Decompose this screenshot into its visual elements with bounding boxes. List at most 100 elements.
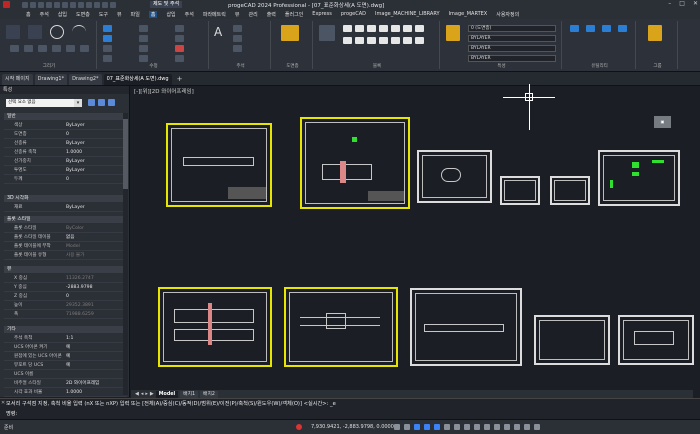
prop-value[interactable]: ByLayer xyxy=(62,121,127,129)
ribbon-tab-custom[interactable]: 사용자정의 xyxy=(496,11,519,18)
tab-active-drawing[interactable]: 07_표준화상세(A 도면).dwg xyxy=(103,74,172,85)
redo-icon[interactable] xyxy=(70,1,76,8)
ribbon-tab-home[interactable]: 홈 xyxy=(148,10,158,18)
ribbon-tab-plugins[interactable]: 플러그인 xyxy=(285,11,303,18)
isolate-icon[interactable] xyxy=(504,424,510,430)
next-layout-icon[interactable]: ▸ xyxy=(145,391,148,397)
prop-row[interactable]: 시각 효과 비율 1.0000 xyxy=(4,388,127,397)
explode-icon[interactable] xyxy=(175,55,184,62)
prop-row[interactable]: UCS 이름 xyxy=(4,370,127,379)
print-icon[interactable] xyxy=(54,1,60,8)
quickcalc-icon[interactable] xyxy=(586,25,595,32)
new-tab-icon[interactable]: + xyxy=(177,73,183,85)
prop-row[interactable]: 색상 ByLayer xyxy=(4,121,127,130)
ribbon-tab-annotate[interactable]: 주석 xyxy=(185,11,194,18)
table-icon[interactable] xyxy=(233,45,242,52)
mirror-icon[interactable] xyxy=(103,55,112,62)
stretch-icon[interactable] xyxy=(175,35,184,42)
block-tool-14-icon[interactable] xyxy=(415,37,424,44)
section-3d-visualization[interactable]: 3D 시각화 xyxy=(4,195,127,202)
prop-row[interactable]: Z 중심 0 xyxy=(4,292,127,301)
first-layout-icon[interactable]: ◀ xyxy=(135,391,139,397)
grid-icon[interactable] xyxy=(404,424,410,430)
lineweight-icon[interactable] xyxy=(454,424,460,430)
insert-block-icon[interactable] xyxy=(319,25,335,41)
block-tool-11-icon[interactable] xyxy=(379,37,388,44)
rotate-icon[interactable] xyxy=(103,35,112,42)
group-icon[interactable] xyxy=(648,25,662,41)
ribbon-tab-machine-library[interactable]: Image_MACHINE_LIBRARY xyxy=(375,11,440,17)
last-layout-icon[interactable]: ▶ xyxy=(150,391,154,397)
model-space-icon[interactable] xyxy=(464,424,470,430)
text-icon[interactable]: A xyxy=(214,25,226,43)
section-misc[interactable]: 기타 xyxy=(4,326,127,333)
prop-row[interactable]: 선종류 ByLayer xyxy=(4,139,127,148)
select-all-icon[interactable] xyxy=(618,25,627,32)
trim-icon[interactable] xyxy=(139,25,148,32)
block-tool-10-icon[interactable] xyxy=(367,37,376,44)
prop-row[interactable]: 폭 71988.6259 xyxy=(4,310,127,319)
hardware-icon[interactable] xyxy=(514,424,520,430)
menu-layer[interactable]: 도면층 xyxy=(76,11,90,18)
prop-row[interactable]: 선가중치 ByLayer xyxy=(4,157,127,166)
prop-value[interactable]: 예 xyxy=(62,361,127,369)
dimension-icon[interactable] xyxy=(233,25,242,32)
prop-row[interactable]: 뷰포트 당 UCS 예 xyxy=(4,361,127,370)
measure-icon[interactable] xyxy=(570,25,579,32)
prop-row[interactable]: 높이 29352.3891 xyxy=(4,301,127,310)
tab-start[interactable]: 시작 페이지 xyxy=(2,74,33,85)
block-tool-9-icon[interactable] xyxy=(355,37,364,44)
selection-dropdown[interactable]: 선택 요소 없음 xyxy=(6,99,82,107)
menu-annotate[interactable]: 주석 xyxy=(40,11,49,18)
customization-icon[interactable] xyxy=(534,424,540,430)
select-objects-icon[interactable] xyxy=(98,99,105,106)
prop-row[interactable]: 플롯 테이블 유형 사용 불가 xyxy=(4,251,127,260)
osnap-icon[interactable] xyxy=(434,424,440,430)
app-icon[interactable] xyxy=(3,1,10,8)
prop-value[interactable]: 1.0000 xyxy=(62,148,127,156)
viewcube-icon[interactable]: ▣ xyxy=(654,116,671,128)
ellipse-icon[interactable] xyxy=(38,45,47,52)
prop-row[interactable]: 원점에 있는 UCS 아이콘 예 xyxy=(4,352,127,361)
tab-drawing2[interactable]: Drawing2* xyxy=(69,74,102,85)
scrollbar-thumb[interactable] xyxy=(123,119,128,189)
prev-layout-icon[interactable]: ◂ xyxy=(141,391,144,397)
ribbon-tab-progecad[interactable]: progeCAD xyxy=(341,11,366,17)
prop-value[interactable]: ByLayer xyxy=(62,139,127,147)
tab-drawing1[interactable]: Drawing1* xyxy=(34,74,68,85)
array-icon[interactable] xyxy=(139,55,148,62)
block-tool-6-icon[interactable] xyxy=(403,25,412,32)
clean-screen-icon[interactable] xyxy=(524,424,530,430)
prop-row[interactable]: 투명도 ByLayer xyxy=(4,166,127,175)
toggle-pickadd-icon[interactable] xyxy=(88,99,95,106)
menu-view[interactable]: 뷰 xyxy=(117,11,122,18)
block-icon[interactable] xyxy=(94,1,100,8)
command-line[interactable]: ✕ 모서리 구석점 지정, 축척 비율 입력 (nX 또는 nXP) 입력 또는… xyxy=(0,398,700,419)
linetype-dropdown[interactable]: BYLAYER xyxy=(468,45,556,52)
prop-value[interactable]: 0 xyxy=(62,130,127,138)
prop-value[interactable]: 1:1 xyxy=(62,334,127,342)
menu-home[interactable]: 홈 xyxy=(26,11,31,18)
save-icon[interactable] xyxy=(38,1,44,8)
match-properties-icon[interactable] xyxy=(446,25,460,41)
prop-value[interactable]: ByLayer xyxy=(62,166,127,174)
ortho-icon[interactable] xyxy=(414,424,420,430)
hatch-icon[interactable] xyxy=(24,45,33,52)
section-view[interactable]: 뷰 xyxy=(4,266,127,273)
chevron-down-icon[interactable]: ▾ xyxy=(74,99,82,107)
saveas-icon[interactable] xyxy=(46,1,52,8)
leader-icon[interactable] xyxy=(233,35,242,42)
menu-insert[interactable]: 삽입 xyxy=(58,11,67,18)
minimize-icon[interactable]: – xyxy=(668,0,671,7)
spline-icon[interactable] xyxy=(66,45,75,52)
new-icon[interactable] xyxy=(22,1,28,8)
section-plot-style[interactable]: 플롯 스타일 xyxy=(4,216,127,223)
ribbon-tab-view[interactable]: 뷰 xyxy=(235,11,240,18)
match-icon[interactable] xyxy=(78,1,84,8)
block-tool-4-icon[interactable] xyxy=(379,25,388,32)
copy-icon[interactable] xyxy=(103,45,112,52)
block-tool-1-icon[interactable] xyxy=(343,25,352,32)
tab-model[interactable]: Model xyxy=(155,390,179,398)
ribbon-tab-insert[interactable]: 삽입 xyxy=(166,11,175,18)
prop-value[interactable]: 예 xyxy=(62,343,127,351)
